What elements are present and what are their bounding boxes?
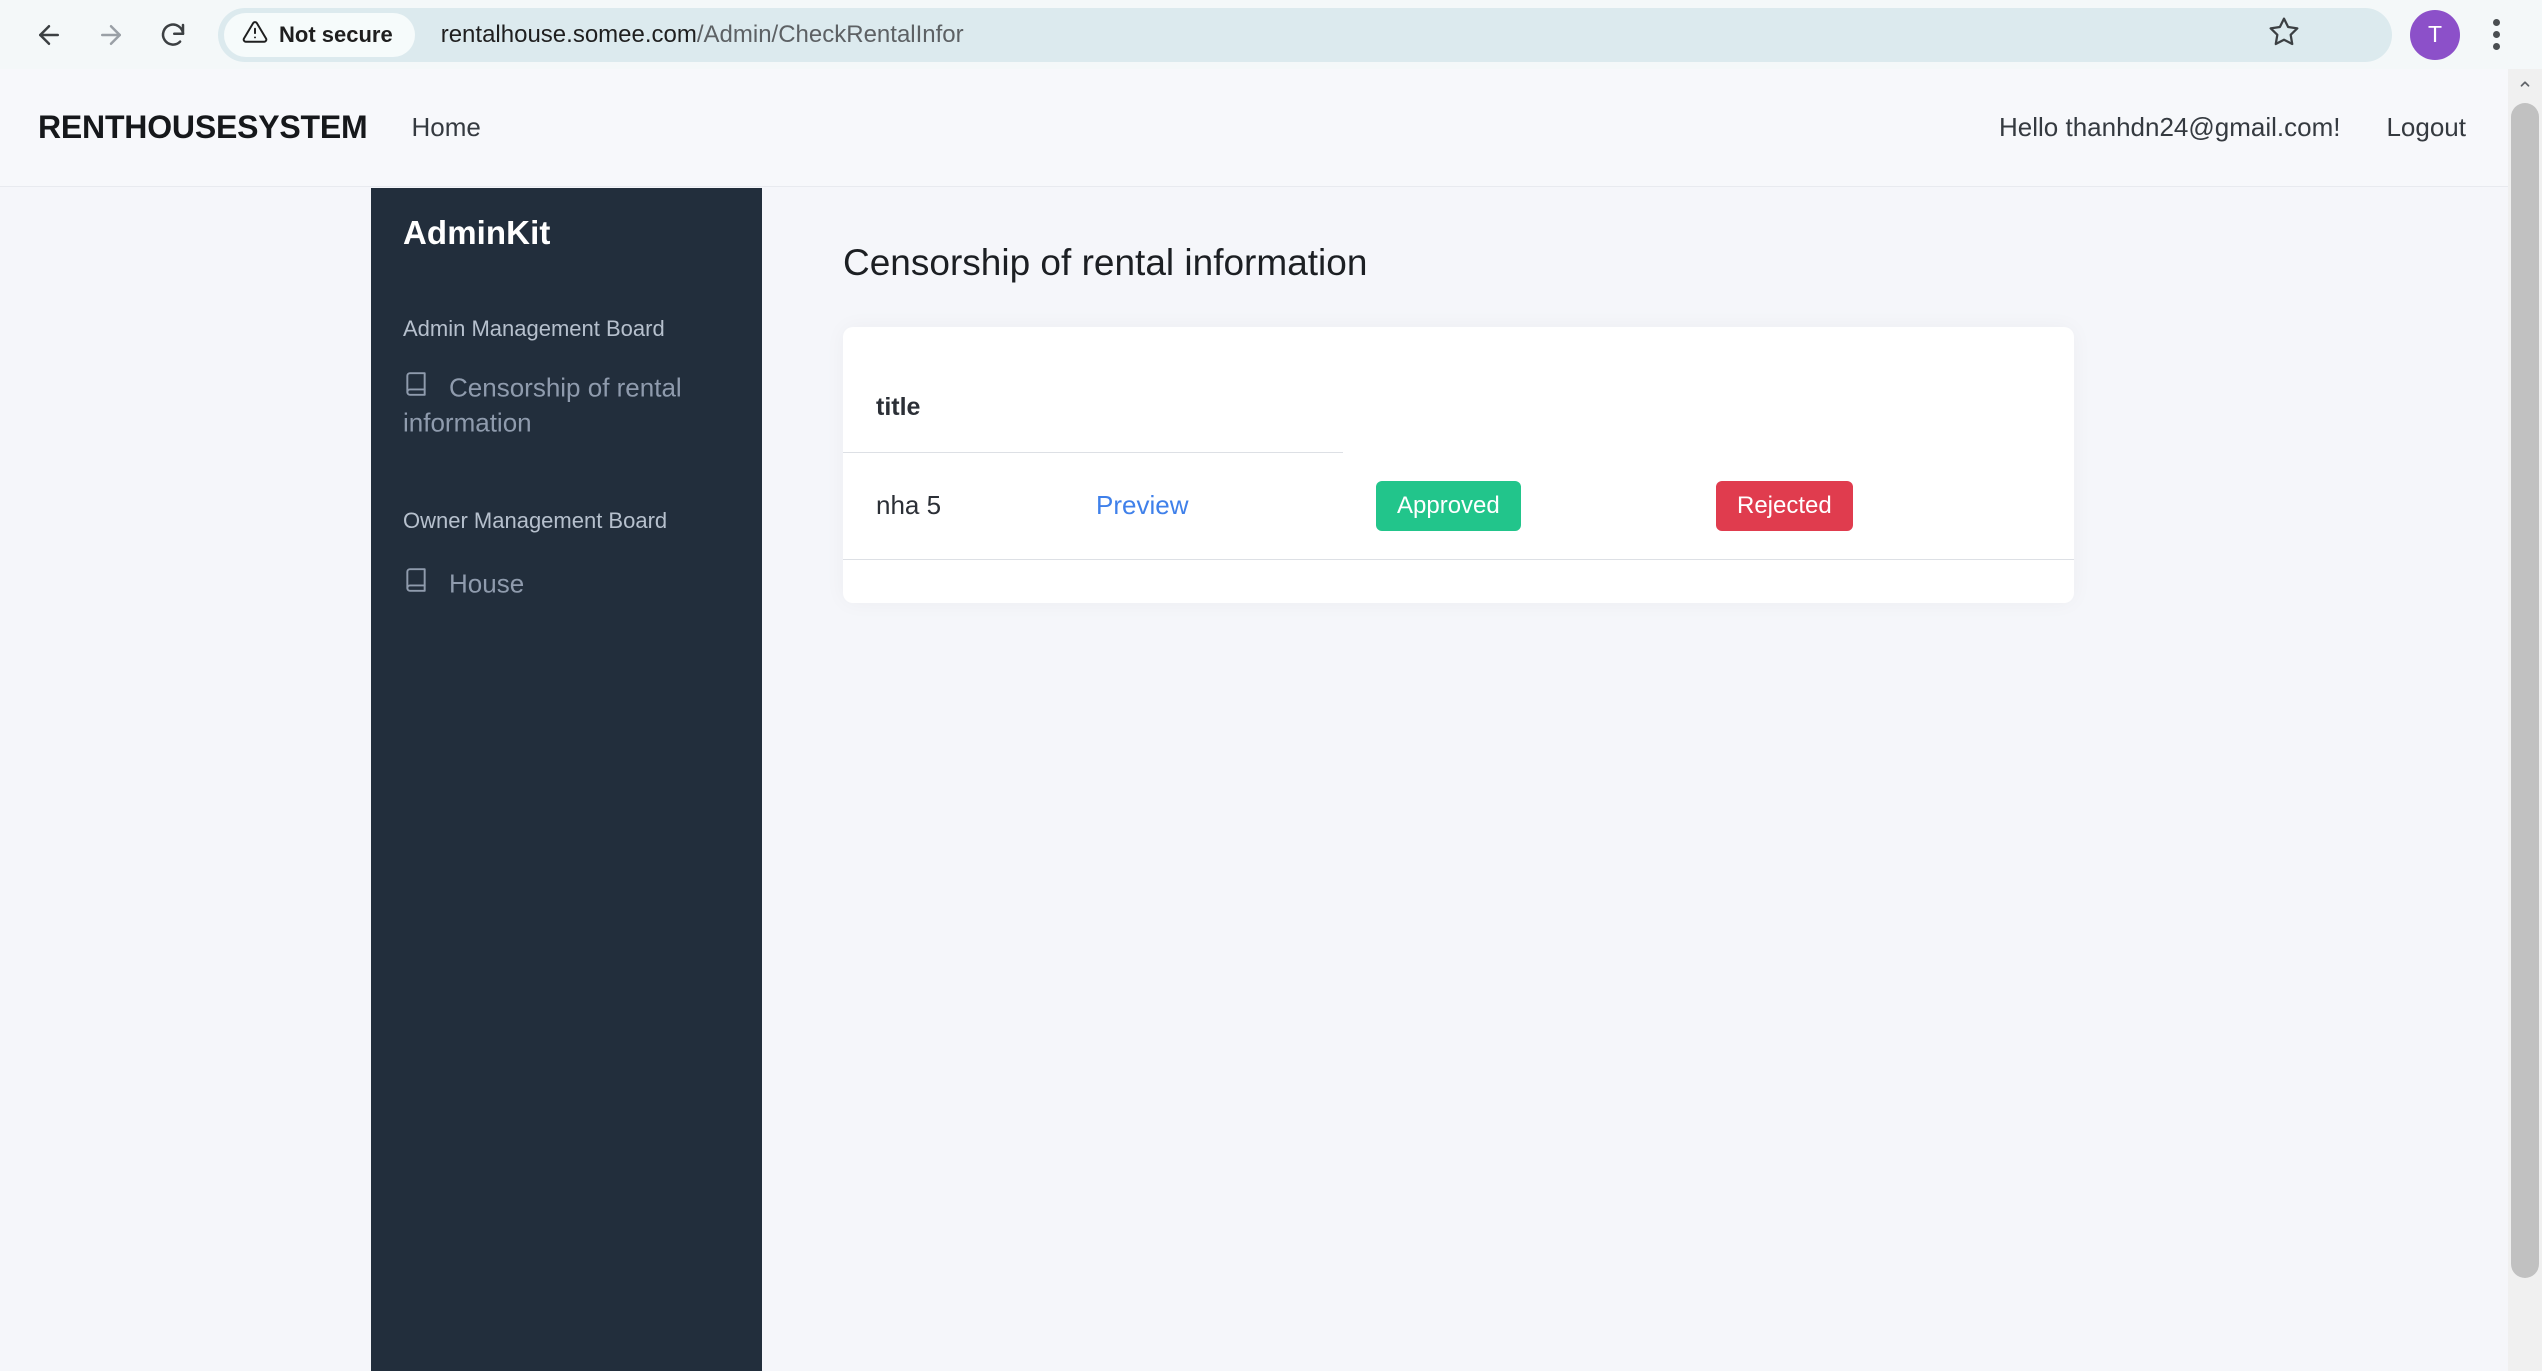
star-icon	[2268, 16, 2300, 53]
sidebar-section-title-admin: Admin Management Board	[403, 316, 665, 341]
forward-button[interactable]	[80, 4, 142, 66]
scrollbar-up-button[interactable]	[2508, 69, 2542, 103]
bookmark-button[interactable]	[2262, 13, 2306, 57]
navbar-right-group: Hello thanhdn24@gmail.com! Logout	[1999, 112, 2466, 143]
browser-toolbar: Not secure rentalhouse.somee.com/Admin/C…	[0, 0, 2542, 69]
kebab-menu-icon	[2492, 31, 2500, 38]
rental-table-card: title nha 5 Preview Approved Rejected	[843, 327, 2074, 603]
preview-link[interactable]: Preview	[1096, 490, 1188, 520]
cell-preview: Preview	[1063, 452, 1343, 560]
table-body: nha 5 Preview Approved Rejected	[843, 452, 2074, 560]
site-navbar: RENTHOUSESYSTEM Home Hello thanhdn24@gma…	[0, 69, 2508, 187]
column-header-title: title	[843, 369, 1063, 453]
forward-arrow-icon	[96, 20, 126, 50]
kebab-menu-icon	[2492, 19, 2500, 26]
logout-link[interactable]: Logout	[2386, 112, 2466, 143]
kebab-menu-icon	[2492, 43, 2500, 50]
column-header-approve	[1343, 369, 1683, 453]
nav-link-home[interactable]: Home	[412, 112, 481, 143]
table-header-row: title	[843, 369, 2074, 453]
reload-icon	[158, 20, 188, 50]
table-row: nha 5 Preview Approved Rejected	[843, 452, 2074, 560]
cell-reject: Rejected	[1683, 452, 2074, 560]
site-brand[interactable]: RENTHOUSESYSTEM	[38, 109, 368, 146]
cell-approve: Approved	[1343, 452, 1683, 560]
browser-menu-button[interactable]	[2468, 7, 2524, 63]
security-status-label: Not secure	[279, 21, 393, 47]
sidebar-section-title-owner: Owner Management Board	[403, 508, 668, 533]
sidebar-item-censorship[interactable]: Censorship of rental information	[371, 364, 762, 446]
book-icon	[403, 567, 429, 601]
page-title: Censorship of rental information	[843, 242, 1368, 283]
page-scrollbar-thumb[interactable]	[2511, 103, 2539, 1278]
address-bar[interactable]: Not secure rentalhouse.somee.com/Admin/C…	[218, 7, 2392, 62]
page-viewport: RENTHOUSESYSTEM Home Hello thanhdn24@gma…	[0, 69, 2542, 1371]
reject-button[interactable]: Rejected	[1716, 480, 1853, 531]
url-host: rentalhouse.somee.com	[440, 20, 697, 48]
warning-triangle-icon	[242, 19, 268, 50]
rental-table: title nha 5 Preview Approved Rejected	[843, 369, 2074, 560]
chevron-up-icon	[2518, 77, 2532, 96]
back-button[interactable]	[18, 4, 80, 66]
sidebar: AdminKit Admin Management Board Censorsh…	[371, 188, 762, 1371]
main-content: Censorship of rental information title n…	[762, 188, 2508, 1371]
approve-button[interactable]: Approved	[1376, 480, 1521, 531]
profile-avatar-button[interactable]: T	[2410, 9, 2460, 60]
table-head: title	[843, 369, 2074, 453]
avatar-initial: T	[2427, 21, 2443, 47]
sidebar-item-label: House	[449, 568, 525, 599]
url-text: rentalhouse.somee.com/Admin/CheckRentalI…	[441, 21, 964, 49]
site-security-chip[interactable]: Not secure	[224, 12, 415, 57]
cell-title: nha 5	[843, 452, 1063, 560]
column-header-preview	[1063, 369, 1343, 453]
book-icon	[403, 371, 429, 405]
back-arrow-icon	[34, 20, 64, 50]
column-header-reject	[1683, 369, 2074, 453]
sidebar-item-house[interactable]: House	[371, 556, 762, 607]
user-greeting[interactable]: Hello thanhdn24@gmail.com!	[1999, 112, 2340, 143]
url-path: /Admin/CheckRentalInfor	[696, 20, 964, 48]
sidebar-brand[interactable]: AdminKit	[371, 214, 762, 252]
reload-button[interactable]	[142, 4, 204, 66]
sidebar-item-label: Censorship of rental information	[403, 372, 682, 438]
